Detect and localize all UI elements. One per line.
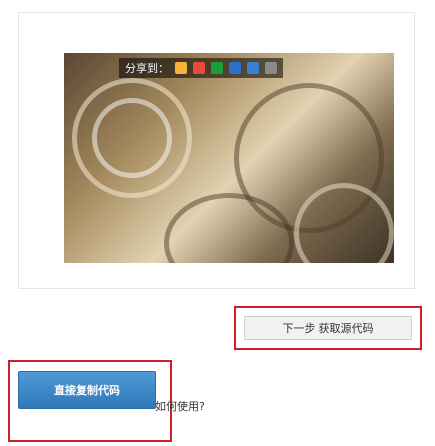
qzone-icon[interactable] xyxy=(175,62,187,74)
next-step-highlight: 下一步 获取源代码 xyxy=(234,306,422,350)
next-step-button[interactable]: 下一步 获取源代码 xyxy=(244,316,412,340)
renren-icon[interactable] xyxy=(229,62,241,74)
douban-icon[interactable] xyxy=(211,62,223,74)
share-bar: 分享到： xyxy=(119,58,283,78)
copy-code-highlight: 直接复制代码 xyxy=(8,360,172,442)
preview-card: 分享到： xyxy=(18,12,415,289)
help-link[interactable]: 如何使用? xyxy=(155,398,205,414)
weibo-icon[interactable] xyxy=(193,62,205,74)
pattern-ring xyxy=(92,98,172,178)
preview-image: 分享到： xyxy=(64,53,394,263)
copy-code-button[interactable]: 直接复制代码 xyxy=(18,371,156,409)
tieba-icon[interactable] xyxy=(247,62,259,74)
more-icon[interactable] xyxy=(265,62,277,74)
share-label: 分享到： xyxy=(125,63,169,75)
